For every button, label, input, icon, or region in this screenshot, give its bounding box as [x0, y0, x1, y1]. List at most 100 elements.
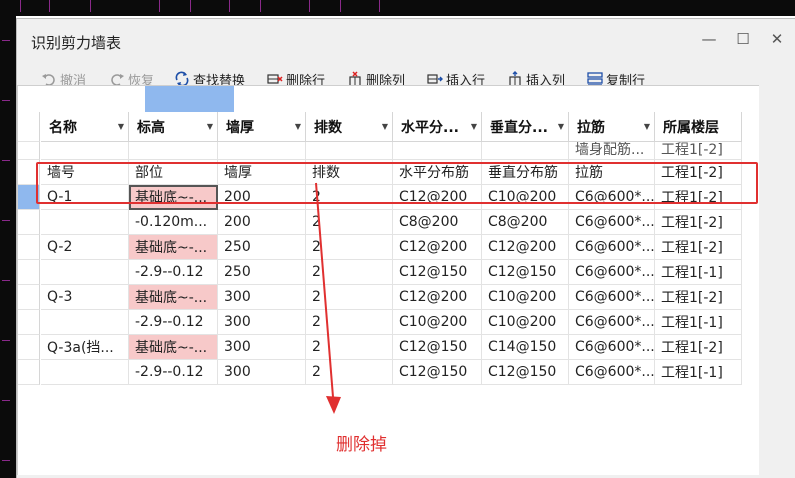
- table-cell[interactable]: Q-2: [41, 235, 129, 260]
- column-header-vertical-rebar[interactable]: 垂直分... ▼: [482, 112, 569, 142]
- table-cell[interactable]: 工程1[-2]: [655, 210, 742, 235]
- header-corner: [18, 112, 40, 142]
- annotation-highlight-box: [36, 162, 758, 204]
- table-cell[interactable]: 2: [306, 210, 393, 235]
- table-cell[interactable]: 300: [218, 360, 306, 385]
- table-cell[interactable]: 250: [218, 235, 306, 260]
- table-cell[interactable]: C12@150: [393, 260, 482, 285]
- dialog-titlebar[interactable]: 识别剪力墙表 — ☐ ✕: [17, 19, 795, 59]
- table-cell[interactable]: Q-3: [41, 285, 129, 310]
- column-header-rows-count[interactable]: 排数 ▼: [306, 112, 393, 142]
- table-cell[interactable]: -2.9--0.12: [129, 360, 218, 385]
- table-cell[interactable]: C12@200: [393, 285, 482, 310]
- table-cell[interactable]: C6@600*...: [569, 310, 655, 335]
- maximize-button[interactable]: ☐: [731, 29, 755, 49]
- table-cell[interactable]: 300: [218, 335, 306, 360]
- table-cell[interactable]: 2: [306, 360, 393, 385]
- filter-dropdown-icon[interactable]: ▼: [118, 122, 124, 131]
- table-cell[interactable]: C6@600*...: [569, 360, 655, 385]
- table-cell[interactable]: C12@150: [482, 260, 569, 285]
- table-cell[interactable]: 工程1[-2]: [655, 235, 742, 260]
- column-header-elevation[interactable]: 标高 ▼: [129, 112, 218, 142]
- table-cell[interactable]: 2: [306, 310, 393, 335]
- table-cell[interactable]: C10@200: [482, 285, 569, 310]
- table-cell[interactable]: 300: [218, 285, 306, 310]
- table-cell[interactable]: -2.9--0.12: [129, 260, 218, 285]
- table-cell[interactable]: C14@150: [482, 335, 569, 360]
- table-cell[interactable]: -0.120m...: [129, 210, 218, 235]
- background-ruler-marks: [20, 0, 620, 16]
- column-selection-indicator[interactable]: [145, 86, 234, 112]
- column-header-label: 墙厚: [226, 119, 254, 136]
- table-cell[interactable]: 工程1[-1]: [655, 360, 742, 385]
- table-cell[interactable]: C10@200: [393, 310, 482, 335]
- table-cell[interactable]: C12@150: [393, 360, 482, 385]
- background-tick-marks: [0, 20, 16, 478]
- screenshot-stage: 这 识别剪力墙表 — ☐ ✕ 撤消 恢复 查找替换 删除行: [0, 0, 795, 478]
- table-cell[interactable]: C6@600*...: [569, 235, 655, 260]
- table-cell[interactable]: C6@600*...: [569, 260, 655, 285]
- row-header[interactable]: [18, 360, 40, 385]
- table-cell[interactable]: [41, 210, 129, 235]
- table-cell[interactable]: C12@150: [482, 360, 569, 385]
- filter-dropdown-icon[interactable]: ▼: [295, 122, 301, 131]
- row-header[interactable]: [18, 142, 40, 160]
- table-cell[interactable]: [41, 360, 129, 385]
- table-cell[interactable]: 2: [306, 260, 393, 285]
- row-header[interactable]: [18, 235, 40, 260]
- table-cell[interactable]: 工程1[-2]: [655, 285, 742, 310]
- table-cell[interactable]: C6@600*...: [569, 335, 655, 360]
- row-header[interactable]: [18, 335, 40, 360]
- row-header[interactable]: [18, 210, 40, 235]
- table-cell[interactable]: 工程1[-2]: [655, 142, 742, 160]
- row-header[interactable]: [18, 310, 40, 335]
- close-button[interactable]: ✕: [765, 29, 789, 49]
- table-cell[interactable]: [393, 142, 482, 160]
- table-cell[interactable]: Q-3a(挡...: [41, 335, 129, 360]
- table-cell[interactable]: 工程1[-1]: [655, 260, 742, 285]
- row-header[interactable]: [18, 285, 40, 310]
- table-cell[interactable]: [306, 142, 393, 160]
- column-header-wall-thickness[interactable]: 墙厚 ▼: [218, 112, 306, 142]
- row-header[interactable]: [18, 260, 40, 285]
- table-cell[interactable]: C10@200: [482, 310, 569, 335]
- column-header-floor[interactable]: 所属楼层: [655, 112, 742, 142]
- table-cell[interactable]: C6@600*...: [569, 210, 655, 235]
- table-cell[interactable]: [41, 260, 129, 285]
- filter-dropdown-icon[interactable]: ▼: [382, 122, 388, 131]
- column-header-label: 水平分...: [401, 119, 459, 136]
- filter-dropdown-icon[interactable]: ▼: [644, 122, 650, 131]
- table-cell[interactable]: [41, 142, 129, 160]
- table-cell[interactable]: 2: [306, 335, 393, 360]
- table-cell[interactable]: 2: [306, 285, 393, 310]
- table-cell[interactable]: C12@150: [393, 335, 482, 360]
- table-cell[interactable]: [218, 142, 306, 160]
- table-cell[interactable]: [482, 142, 569, 160]
- table-cell[interactable]: 200: [218, 210, 306, 235]
- table-cell[interactable]: 工程1[-2]: [655, 335, 742, 360]
- table-cell[interactable]: C6@600*...: [569, 285, 655, 310]
- table-cell[interactable]: 基础底~-...: [129, 335, 218, 360]
- table-cell[interactable]: 250: [218, 260, 306, 285]
- table-cell[interactable]: C12@200: [482, 235, 569, 260]
- column-header-horizontal-rebar[interactable]: 水平分... ▼: [393, 112, 482, 142]
- table-cell[interactable]: C8@200: [482, 210, 569, 235]
- table-cell[interactable]: [129, 142, 218, 160]
- table-cell[interactable]: [41, 310, 129, 335]
- table-cell[interactable]: C12@200: [393, 235, 482, 260]
- filter-dropdown-icon[interactable]: ▼: [471, 122, 477, 131]
- table-cell[interactable]: 2: [306, 235, 393, 260]
- table-cell[interactable]: C8@200: [393, 210, 482, 235]
- column-header-label: 排数: [314, 119, 342, 136]
- table-cell[interactable]: 基础底~-...: [129, 285, 218, 310]
- column-header-tie-bar[interactable]: 拉筋 ▼: [569, 112, 655, 142]
- table-cell[interactable]: 墙身配筋...: [569, 142, 655, 160]
- filter-dropdown-icon[interactable]: ▼: [207, 122, 213, 131]
- column-header-name[interactable]: 名称 ▼: [41, 112, 129, 142]
- filter-dropdown-icon[interactable]: ▼: [558, 122, 564, 131]
- table-cell[interactable]: -2.9--0.12: [129, 310, 218, 335]
- table-cell[interactable]: 300: [218, 310, 306, 335]
- table-cell[interactable]: 工程1[-1]: [655, 310, 742, 335]
- table-cell[interactable]: 基础底~-...: [129, 235, 218, 260]
- minimize-button[interactable]: —: [697, 29, 721, 49]
